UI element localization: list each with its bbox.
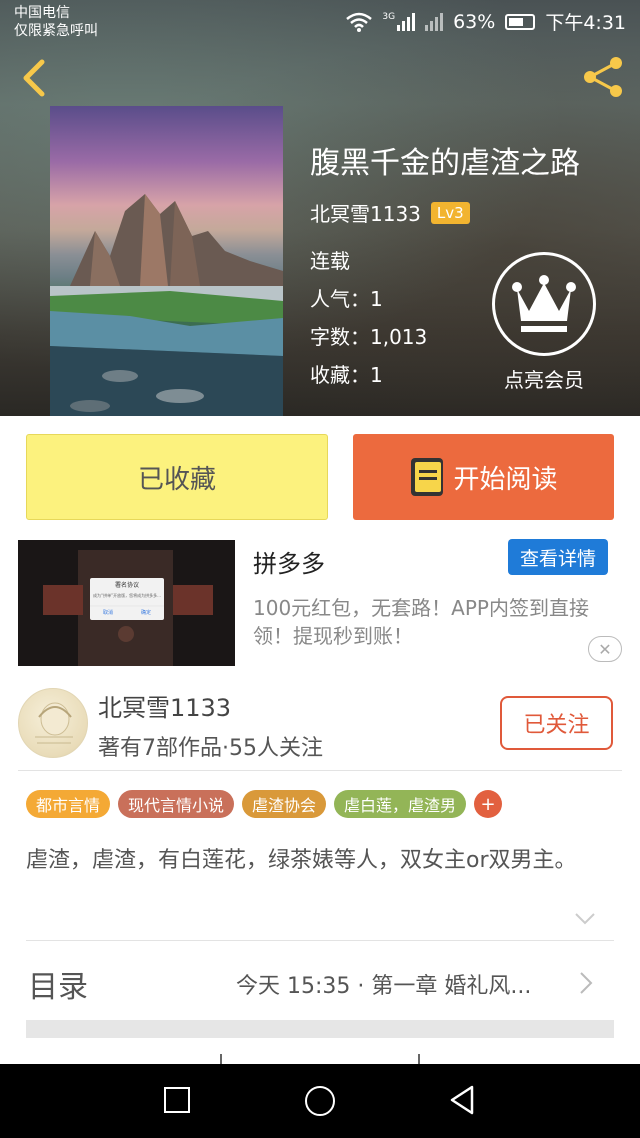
carrier-note: 仅限紧急呼叫	[14, 23, 98, 39]
divider	[18, 770, 622, 771]
section-placeholder-bar	[26, 1020, 614, 1038]
vip-crown-button[interactable]	[492, 252, 596, 356]
carrier-name: 中国电信	[14, 5, 70, 21]
battery-percent: 63%	[453, 10, 496, 33]
status-icons: 3G 63% 下午4:31	[346, 8, 626, 35]
ad-image[interactable]: 署名协议 成为“拼单”开放版，您将成为拼多多... 取消 确定	[18, 540, 235, 666]
battery-icon	[505, 13, 536, 30]
book-description: 虐渣，虐渣，有白莲花，绿茶婊等人，双女主or双男主。	[26, 848, 577, 873]
status-bar: 中国电信 仅限紧急呼叫 3G 63% 下午4:31	[0, 0, 640, 42]
favorited-label: 已收藏	[137, 464, 216, 495]
book-author[interactable]: 北冥雪1133	[310, 198, 421, 227]
divider	[26, 940, 614, 941]
carrier-info: 中国电信 仅限紧急呼叫	[14, 4, 98, 40]
nav-back-icon[interactable]	[448, 1084, 476, 1116]
share-icon[interactable]	[580, 54, 626, 100]
author-name[interactable]: 北冥雪1133	[98, 688, 231, 723]
clock: 下午4:31	[545, 12, 626, 34]
book-favorites: 收藏：1	[310, 363, 383, 387]
ad-dialog-title: 署名协议	[115, 581, 139, 589]
ad-dialog-ok: 确定	[141, 609, 151, 616]
book-popularity: 人气：1	[310, 287, 383, 311]
add-tag-button[interactable]: +	[474, 790, 503, 818]
avatar[interactable]	[18, 688, 88, 758]
book-author-row: 北冥雪1133 Lv3	[310, 198, 470, 227]
start-reading-button[interactable]: 开始阅读	[353, 434, 614, 520]
book-status: 连载	[310, 249, 350, 273]
toc-label[interactable]: 目录	[28, 962, 88, 1006]
toc-latest-chapter[interactable]: 今天 15:35 · 第一章 婚礼风...	[236, 968, 531, 1000]
tag-2[interactable]: 虐渣协会	[242, 790, 327, 818]
book-header: 中国电信 仅限紧急呼叫 3G 63% 下午4:31 腹黑千金的虐渣之路 北冥雪1…	[0, 0, 640, 416]
favorited-button[interactable]: 已收藏	[26, 434, 328, 520]
ad-text[interactable]: 100元红包，无套路！APP内签到直接领！提现秒到账！	[253, 594, 615, 650]
followed-button[interactable]: 已关注	[500, 696, 613, 750]
ad-details-button[interactable]: 查看详情	[508, 539, 608, 575]
author-stats: 著有7部作品·55人关注	[98, 736, 323, 761]
signal-3g-icon: 3G	[382, 12, 416, 31]
book-word-count: 字数：1,013	[310, 325, 428, 349]
ad-title[interactable]: 拼多多	[253, 544, 325, 579]
book-title: 腹黑千金的虐渣之路	[310, 146, 580, 181]
vip-label[interactable]: 点亮会员	[480, 364, 608, 393]
tag-3[interactable]: 虐白莲，虐渣男	[334, 790, 467, 818]
tab-divider	[220, 1054, 222, 1064]
crown-icon	[512, 275, 576, 332]
signal-no-sim-icon	[425, 12, 444, 31]
chevron-down-icon[interactable]	[574, 912, 596, 926]
tab-divider	[418, 1054, 420, 1064]
recent-apps-icon[interactable]	[164, 1087, 190, 1113]
home-icon[interactable]	[305, 1086, 335, 1116]
author-level-badge: Lv3	[430, 201, 470, 224]
close-icon[interactable]: ✕	[588, 636, 622, 662]
ad-dialog-cancel: 取消	[103, 609, 113, 616]
tag-1[interactable]: 现代言情小说	[118, 790, 235, 818]
book-cover-image[interactable]	[50, 106, 283, 416]
chevron-right-icon[interactable]	[578, 970, 594, 996]
tag-list: 都市言情 现代言情小说 虐渣协会 虐白莲，虐渣男 +	[26, 790, 503, 818]
back-chevron-icon[interactable]	[14, 56, 54, 100]
ad-dialog-body: 成为“拼单”开放版，您将成为拼多多...	[93, 592, 161, 598]
start-reading-label: 开始阅读	[453, 464, 558, 495]
tag-0[interactable]: 都市言情	[26, 790, 111, 818]
wifi-icon	[346, 12, 373, 32]
book-icon	[411, 458, 444, 496]
